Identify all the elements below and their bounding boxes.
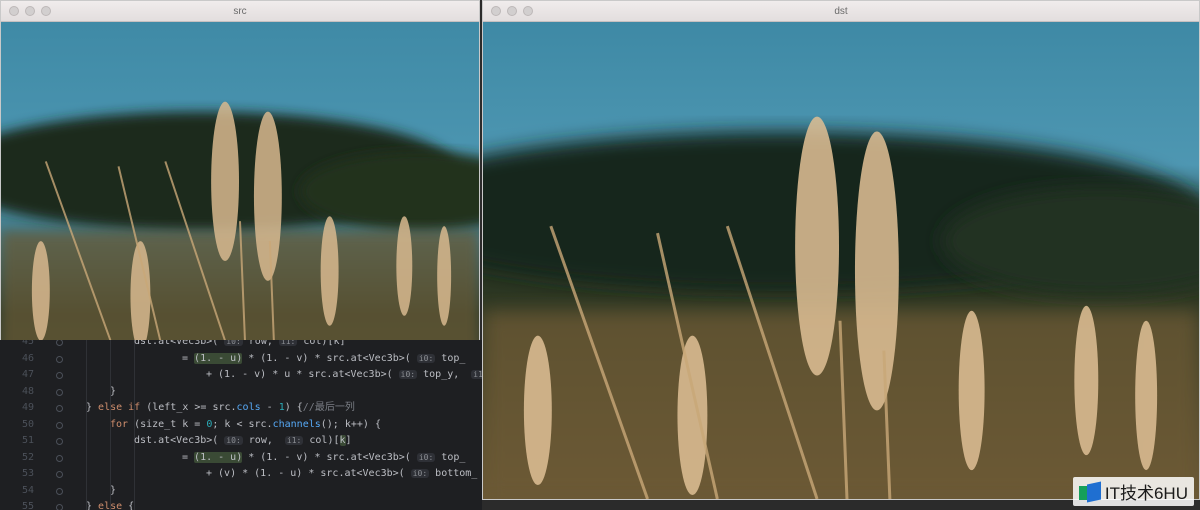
line-number: 45 xyxy=(21,340,34,347)
code-line[interactable]: 49 } else if (left_x >= src.cols - 1) {//… xyxy=(0,400,482,416)
watermark: IT技术6HU xyxy=(1072,477,1194,506)
grass-photo-dst xyxy=(483,22,1199,499)
gutter-marker-icon[interactable] xyxy=(56,340,63,346)
line-number: 52 xyxy=(21,451,34,463)
gutter-marker-icon[interactable] xyxy=(56,487,63,495)
code-text[interactable]: + (v) * (1. - u) * src.at<Vec3b>( i0: bo… xyxy=(206,466,477,482)
code-line[interactable]: 45 dst.at<Vec3b>( i0: row, i1: col)[k] xyxy=(0,340,482,350)
gutter-marker-icon[interactable] xyxy=(56,504,63,510)
watermark-text: IT技术6HU xyxy=(1104,484,1188,503)
gutter-marker-icon[interactable] xyxy=(56,405,63,412)
code-text[interactable]: } else { xyxy=(86,499,134,510)
line-number: 50 xyxy=(21,418,34,430)
line-number: 53 xyxy=(21,468,34,479)
line-number: 55 xyxy=(21,501,34,510)
code-line[interactable]: 52 = (1. - u) * (1. - v) * src.at<Vec3b>(… xyxy=(0,450,482,466)
line-number: 54 xyxy=(21,484,34,496)
dst-window-title: dst xyxy=(834,6,848,17)
gutter-marker-icon[interactable] xyxy=(56,355,63,363)
dst-titlebar[interactable]: dst xyxy=(483,1,1199,22)
code-line[interactable]: 54} xyxy=(0,483,482,499)
code-text[interactable]: + (1. - v) * u * src.at<Vec3b>( i0: top_… xyxy=(206,367,482,383)
gutter-marker-icon[interactable] xyxy=(56,372,63,379)
dst-image xyxy=(483,22,1199,499)
code-line[interactable]: 55 } else { xyxy=(0,499,482,510)
code-text[interactable]: for (size_t k = 0; k < src.channels(); k… xyxy=(110,417,381,433)
code-line[interactable]: 53 + (v) * (1. - u) * src.at<Vec3b>( i0: … xyxy=(0,466,482,482)
line-number: 49 xyxy=(21,402,34,413)
line-number: 47 xyxy=(21,369,34,380)
code-text[interactable]: dst.at<Vec3b>( i0: row, i1: col)[k] xyxy=(134,340,346,350)
src-titlebar[interactable]: src xyxy=(1,1,479,22)
gutter-marker-icon[interactable] xyxy=(56,388,63,396)
code-text[interactable]: = (1. - u) * (1. - v) * src.at<Vec3b>( i… xyxy=(182,450,465,466)
code-text[interactable]: = (1. - u) * (1. - v) * src.at<Vec3b>( i… xyxy=(182,351,465,367)
gutter-marker-icon[interactable] xyxy=(56,421,63,429)
code-line[interactable]: 51 dst.at<Vec3b>( i0: row, i1: col)[k] xyxy=(0,433,482,449)
code-line[interactable]: 48} xyxy=(0,384,482,400)
gutter-marker-icon[interactable] xyxy=(56,438,63,445)
src-window-title: src xyxy=(233,6,247,17)
line-number: 48 xyxy=(21,385,34,397)
watermark-logo-icon xyxy=(1078,481,1101,502)
line-number: 51 xyxy=(21,435,34,446)
code-line[interactable]: 50 for (size_t k = 0; k < src.channels();… xyxy=(0,417,482,433)
gutter-marker-icon[interactable] xyxy=(56,454,63,462)
code-editor[interactable]: 45 dst.at<Vec3b>( i0: row, i1: col)[k] 46 =… xyxy=(0,340,482,510)
code-text[interactable]: dst.at<Vec3b>( i0: row, i1: col)[k] xyxy=(134,433,352,449)
code-text[interactable]: } xyxy=(110,483,116,499)
dst-window[interactable]: dst xyxy=(482,0,1200,500)
code-line[interactable]: 47 + (1. - v) * u * src.at<Vec3b>( i0: to… xyxy=(0,367,482,383)
gutter-marker-icon[interactable] xyxy=(56,471,63,478)
line-number: 46 xyxy=(21,352,34,364)
code-text[interactable]: } else if (left_x >= src.cols - 1) {//最后… xyxy=(86,400,355,416)
code-line[interactable]: 46 = (1. - u) * (1. - v) * src.at<Vec3b>(… xyxy=(0,351,482,367)
code-text[interactable]: } xyxy=(110,384,116,400)
